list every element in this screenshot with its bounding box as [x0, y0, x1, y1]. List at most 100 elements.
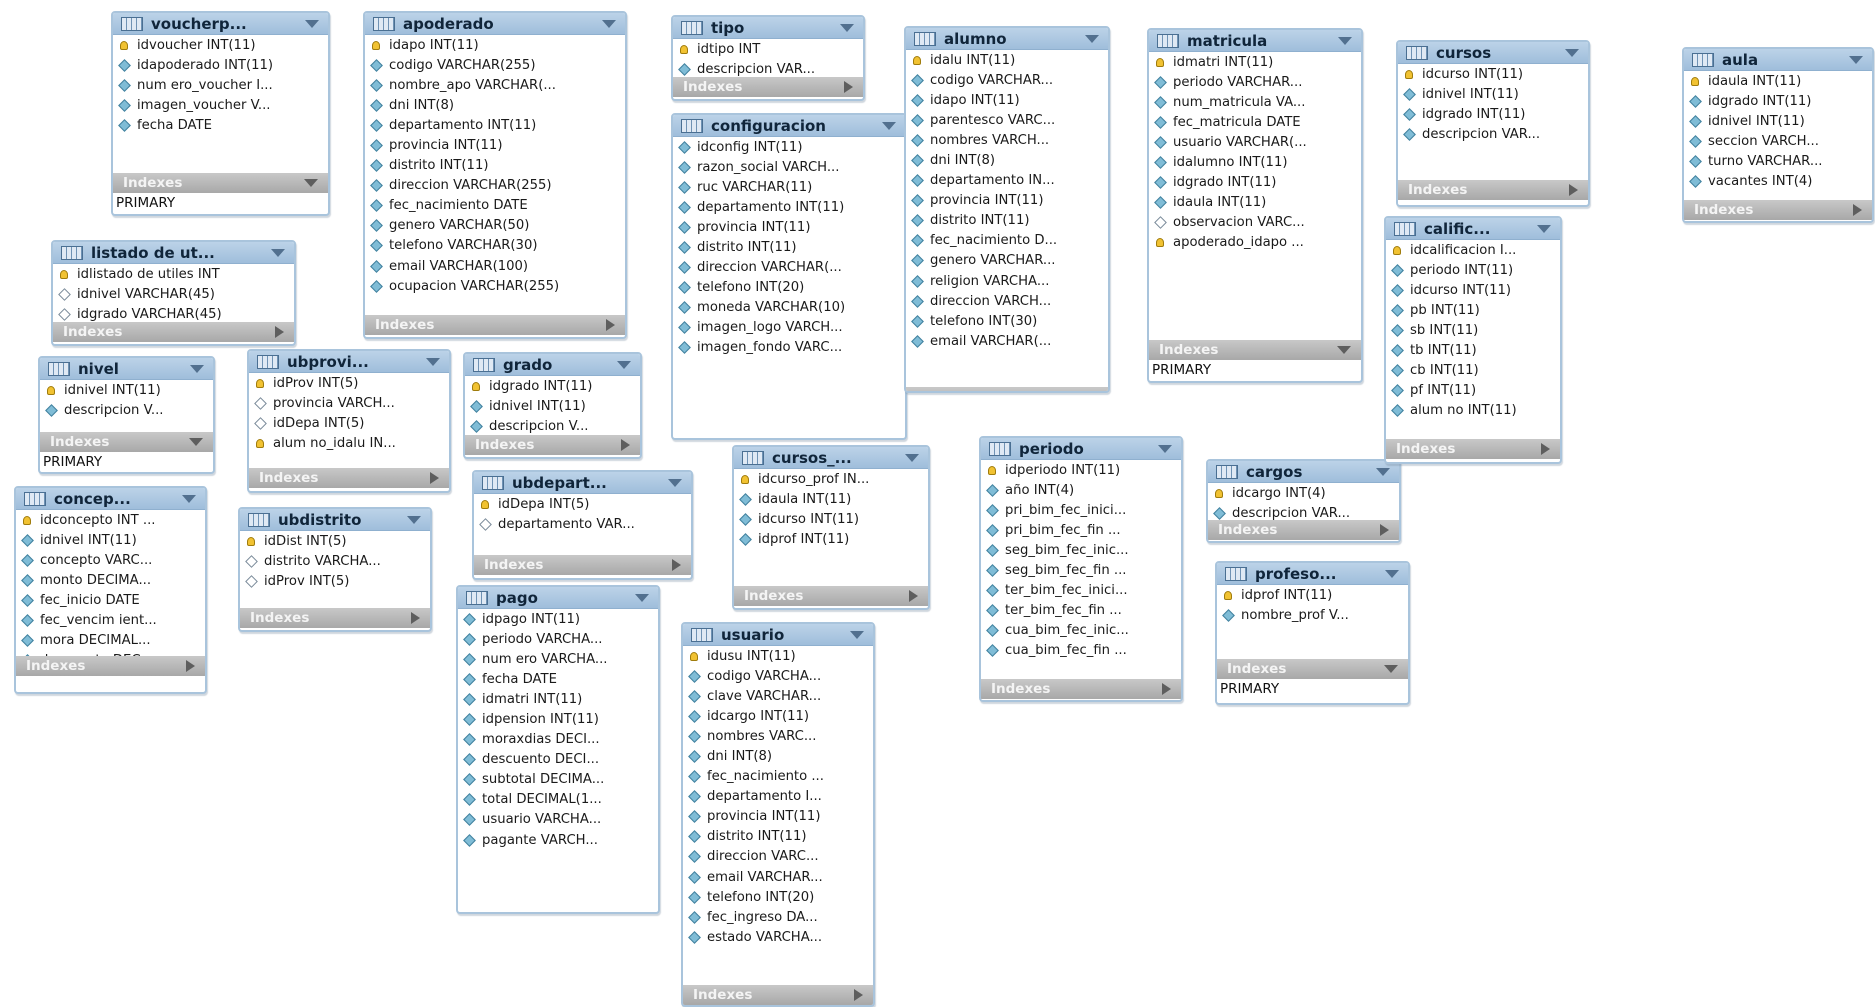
table-voucherp[interactable]: voucherp... idvoucher INT(11) idapoderado …: [111, 11, 330, 216]
column-row[interactable]: descripcion VAR...: [1398, 124, 1588, 144]
column-row[interactable]: num ero VARCHA...: [458, 649, 658, 669]
indexes-bar[interactable]: Indexes: [365, 315, 625, 335]
column-row[interactable]: idaula INT(11): [1684, 71, 1872, 91]
column-row[interactable]: telefono INT(20): [683, 887, 873, 907]
expand-right-arrow-icon[interactable]: [606, 319, 615, 331]
table-listado-de-ut[interactable]: listado de ut... idlistado de utiles INT i…: [51, 240, 296, 346]
column-row[interactable]: idnivel INT(11): [465, 396, 640, 416]
column-row[interactable]: periodo INT(11): [1386, 260, 1560, 280]
column-row[interactable]: idvoucher INT(11): [113, 35, 328, 55]
column-row[interactable]: usuario VARCHAR(...: [1149, 132, 1361, 152]
table-grado[interactable]: grado idgrado INT(11) idnivel INT(11) descr…: [463, 352, 642, 459]
indexes-bar[interactable]: Indexes: [1208, 520, 1399, 540]
indexes-bar[interactable]: Indexes: [240, 608, 430, 628]
column-row[interactable]: departamento INT(11): [365, 115, 625, 135]
column-row[interactable]: nombre_apo VARCHAR(...: [365, 75, 625, 95]
column-row[interactable]: distrito VARCHA...: [240, 551, 430, 571]
table-header[interactable]: grado: [465, 354, 640, 376]
table-matricula[interactable]: matricula idmatri INT(11) periodo VARCHAR.…: [1147, 28, 1363, 383]
column-row[interactable]: idconfig INT(11): [673, 137, 905, 157]
column-row[interactable]: fec_matricula DATE: [1149, 112, 1361, 132]
table-header[interactable]: nivel: [40, 358, 213, 380]
indexes-bar[interactable]: Indexes: [683, 985, 873, 1005]
indexes-bar[interactable]: Indexes: [1684, 200, 1872, 220]
column-row[interactable]: codigo VARCHAR...: [906, 70, 1108, 90]
collapse-chevron-icon[interactable]: [668, 478, 682, 487]
table-nivel[interactable]: nivel idnivel INT(11) descripcion V... Inde…: [38, 356, 215, 474]
table-header[interactable]: profeso...: [1217, 563, 1408, 585]
collapse-chevron-icon[interactable]: [1565, 48, 1579, 57]
column-row[interactable]: idnivel INT(11): [1398, 84, 1588, 104]
expand-right-arrow-icon[interactable]: [1089, 391, 1098, 393]
column-row[interactable]: idcurso INT(11): [734, 509, 928, 529]
column-row[interactable]: genero VARCHAR(50): [365, 216, 625, 236]
expand-right-arrow-icon[interactable]: [909, 590, 918, 602]
collapse-chevron-icon[interactable]: [182, 494, 196, 503]
column-row[interactable]: descuento DECI...: [458, 750, 658, 770]
column-row[interactable]: idperiodo INT(11): [981, 460, 1181, 480]
table-cursos[interactable]: cursos_... idcurso_prof IN... idaula INT(1…: [732, 445, 930, 610]
column-row[interactable]: telefono INT(20): [673, 278, 905, 298]
column-row[interactable]: seg_bim_fec_inic...: [981, 540, 1181, 560]
column-row[interactable]: imagen_voucher V...: [113, 95, 328, 115]
column-row[interactable]: seccion VARCH...: [1684, 131, 1872, 151]
table-apoderado[interactable]: apoderado idapo INT(11) codigo VARCHAR(255…: [363, 11, 627, 339]
collapse-chevron-icon[interactable]: [1537, 224, 1551, 233]
column-row[interactable]: ter_bim_fec_inici...: [981, 581, 1181, 601]
column-row[interactable]: cua_bim_fec_fin ...: [981, 641, 1181, 661]
column-row[interactable]: moraxdias DECI...: [458, 730, 658, 750]
column-row[interactable]: cb INT(11): [1386, 361, 1560, 381]
column-row[interactable]: turno VARCHAR...: [1684, 151, 1872, 171]
column-row[interactable]: genero VARCHAR...: [906, 251, 1108, 271]
column-row[interactable]: idmatri INT(11): [458, 689, 658, 709]
collapse-chevron-icon[interactable]: [190, 364, 204, 373]
column-row[interactable]: idProv INT(5): [249, 373, 449, 393]
expand-down-arrow-icon[interactable]: [1337, 346, 1351, 354]
column-row[interactable]: fec_nacimiento ...: [683, 767, 873, 787]
table-header[interactable]: cargos: [1208, 461, 1399, 483]
column-row[interactable]: email VARCHAR...: [683, 867, 873, 887]
indexes-bar[interactable]: Indexes: [673, 77, 863, 97]
table-alumno[interactable]: alumno idalu INT(11) codigo VARCHAR... idap…: [904, 26, 1110, 393]
column-row[interactable]: idgrado INT(11): [465, 376, 640, 396]
table-header[interactable]: periodo: [981, 438, 1181, 460]
index-item[interactable]: PRIMARY: [1220, 681, 1408, 697]
column-row[interactable]: año INT(4): [981, 480, 1181, 500]
column-row[interactable]: distrito INT(11): [673, 237, 905, 257]
column-row[interactable]: idnivel INT(11): [16, 530, 205, 550]
column-row[interactable]: distrito INT(11): [906, 211, 1108, 231]
column-row[interactable]: idcurso_prof IN...: [734, 469, 928, 489]
expand-right-arrow-icon[interactable]: [430, 472, 439, 484]
column-row[interactable]: idconcepto INT ...: [16, 510, 205, 530]
collapse-chevron-icon[interactable]: [602, 19, 616, 28]
column-row[interactable]: idcalificacion I...: [1386, 240, 1560, 260]
column-row[interactable]: idcurso INT(11): [1398, 64, 1588, 84]
column-row[interactable]: seg_bim_fec_fin ...: [981, 560, 1181, 580]
expand-right-arrow-icon[interactable]: [411, 612, 420, 624]
indexes-bar[interactable]: Indexes: [1217, 659, 1408, 679]
column-row[interactable]: periodo VARCHA...: [458, 629, 658, 649]
column-row[interactable]: departamento I...: [683, 787, 873, 807]
column-row[interactable]: idcargo INT(4): [1208, 483, 1399, 503]
table-profeso[interactable]: profeso... idprof INT(11) nombre_prof V...…: [1215, 561, 1410, 705]
table-header[interactable]: voucherp...: [113, 13, 328, 35]
table-header[interactable]: ubdepart...: [474, 472, 691, 494]
collapse-chevron-icon[interactable]: [1338, 36, 1352, 45]
column-row[interactable]: distrito INT(11): [365, 156, 625, 176]
column-row[interactable]: departamento VAR...: [474, 514, 691, 534]
column-row[interactable]: descripcion V...: [40, 400, 213, 420]
collapse-chevron-icon[interactable]: [1085, 34, 1099, 43]
collapse-chevron-icon[interactable]: [1849, 55, 1863, 64]
column-row[interactable]: idprof INT(11): [1217, 585, 1408, 605]
indexes-bar[interactable]: Indexes: [249, 468, 449, 488]
expand-right-arrow-icon[interactable]: [844, 81, 853, 93]
table-header[interactable]: configuracion: [673, 115, 905, 137]
table-usuario[interactable]: usuario idusu INT(11) codigo VARCHA... clav…: [681, 622, 875, 1007]
expand-right-arrow-icon[interactable]: [186, 660, 195, 672]
column-row[interactable]: mora DECIMAL...: [16, 631, 205, 651]
column-row[interactable]: provincia VARCH...: [249, 393, 449, 413]
column-row[interactable]: estado VARCHA...: [683, 927, 873, 947]
column-row[interactable]: dni INT(8): [906, 150, 1108, 170]
column-row[interactable]: idpago INT(11): [458, 609, 658, 629]
table-calific[interactable]: calific... idcalificacion I... periodo INT…: [1384, 216, 1562, 464]
